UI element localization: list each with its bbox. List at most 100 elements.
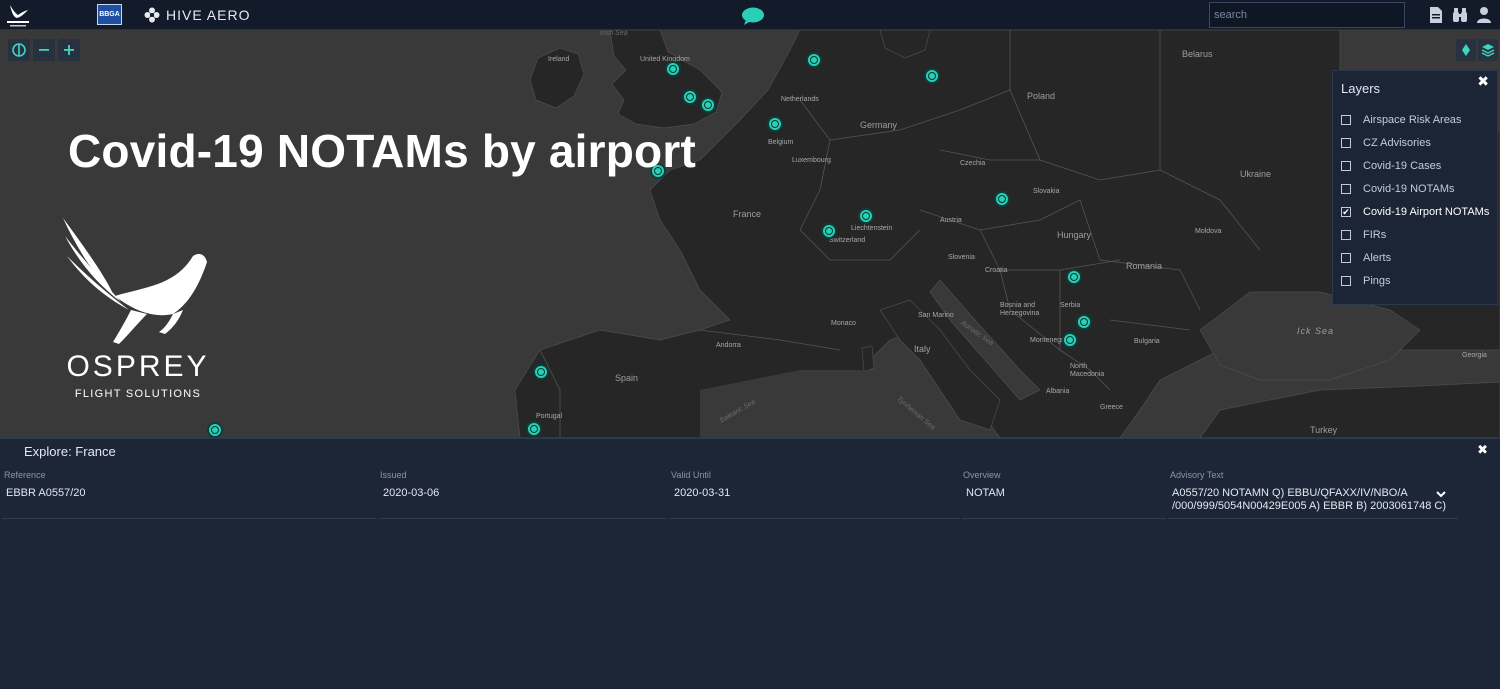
globe-icon	[12, 43, 26, 57]
layer-item-label: Covid-19 Airport NOTAMs	[1363, 206, 1490, 218]
explore-close-icon[interactable]: ✖	[1477, 442, 1488, 458]
airport-marker[interactable]	[858, 208, 874, 224]
map-label-belgium: Belgium	[768, 139, 794, 146]
map-label-hungary: Hungary	[1057, 230, 1092, 240]
explore-panel-title: Explore: France	[24, 444, 116, 459]
chat-icon[interactable]	[741, 6, 765, 26]
layer-item-covid-airport-notams[interactable]: ✔ Covid-19 Airport NOTAMs	[1341, 203, 1489, 221]
airport-marker[interactable]	[994, 191, 1010, 207]
column-header-reference[interactable]: Reference	[4, 470, 46, 480]
table-cell-reference[interactable]: EBBR A0557/20	[2, 485, 376, 519]
map-label-north-macedonia: North Macedonia	[1070, 363, 1105, 378]
airport-marker[interactable]	[665, 61, 681, 77]
airport-marker[interactable]	[767, 116, 783, 132]
search-input[interactable]	[1209, 2, 1405, 28]
top-right-icons	[1428, 6, 1492, 24]
plus-icon	[64, 45, 74, 55]
layer-checkbox[interactable]	[1341, 184, 1351, 194]
map-label-slovakia: Slovakia	[1033, 188, 1060, 195]
map-label-netherlands: Netherlands	[781, 96, 819, 103]
bbga-logo: BBGA	[97, 4, 122, 25]
layer-item-firs[interactable]: FIRs	[1341, 226, 1386, 244]
layer-item-pings[interactable]: Pings	[1341, 272, 1391, 290]
document-icon[interactable]	[1428, 6, 1444, 24]
zoom-in-button[interactable]	[58, 39, 80, 61]
layer-item-covid-notams[interactable]: Covid-19 NOTAMs	[1341, 180, 1454, 198]
layer-item-label: CZ Advisories	[1363, 137, 1431, 149]
airport-marker[interactable]	[682, 89, 698, 105]
user-icon[interactable]	[1476, 6, 1492, 24]
layer-item-label: FIRs	[1363, 229, 1387, 241]
layer-checkbox[interactable]	[1341, 138, 1351, 148]
diamond-icon	[1462, 44, 1470, 56]
airport-marker[interactable]	[533, 364, 549, 380]
globe-toggle-button[interactable]	[8, 39, 30, 61]
layers-close-icon[interactable]: ✖	[1477, 73, 1489, 90]
map-basemap	[514, 30, 1500, 438]
chevron-down-icon[interactable]	[1436, 489, 1446, 499]
layers-panel: Layers ✖ Airspace Risk Areas CZ Advisori…	[1332, 70, 1498, 305]
layer-checkbox[interactable]	[1341, 230, 1351, 240]
airport-marker[interactable]	[1066, 269, 1082, 285]
layer-checkbox[interactable]	[1341, 276, 1351, 286]
table-cell-advisory-text[interactable]: A0557/20 NOTAMN Q) EBBU/QFAXX/IV/NBO/A /…	[1168, 485, 1458, 519]
column-header-advisory-text[interactable]: Advisory Text	[1170, 470, 1223, 480]
layer-item-airspace-risk-areas[interactable]: Airspace Risk Areas	[1341, 111, 1461, 129]
layer-item-alerts[interactable]: Alerts	[1341, 249, 1391, 267]
layer-checkbox-checked[interactable]: ✔	[1341, 207, 1351, 217]
airport-marker[interactable]	[526, 421, 542, 437]
map-label-romania: Romania	[1126, 261, 1163, 271]
osprey-logo-subtitle: FLIGHT SOLUTIONS	[74, 388, 202, 400]
hive-aero-label: HIVE AERO	[166, 7, 251, 23]
layer-checkbox[interactable]	[1341, 115, 1351, 125]
explore-panel: Explore: France ✖ Reference Issued Valid…	[0, 438, 1500, 689]
binoculars-icon[interactable]	[1452, 6, 1468, 24]
map-label-france: France	[733, 209, 762, 219]
map-label-poland: Poland	[1027, 91, 1056, 101]
map-label-slovenia: Slovenia	[948, 254, 975, 261]
map-label-bosnia: Bosnia and Herzegovina	[1000, 302, 1040, 317]
layer-item-covid-cases[interactable]: Covid-19 Cases	[1341, 157, 1441, 175]
table-cell-overview[interactable]: NOTAM	[962, 485, 1166, 519]
cell-text: 2020-03-31	[674, 487, 731, 499]
column-header-valid-until[interactable]: Valid Until	[671, 470, 711, 480]
airport-marker[interactable]	[821, 223, 837, 239]
hive-flower-icon	[144, 7, 160, 23]
map-label-czechia: Czechia	[960, 160, 986, 167]
map-zoom-controls	[8, 39, 80, 61]
top-bar: BBGA HIVE AERO	[0, 0, 1500, 30]
zoom-out-button[interactable]	[33, 39, 55, 61]
map-label-moldova: Moldova	[1195, 228, 1222, 235]
column-header-overview[interactable]: Overview	[963, 470, 1001, 480]
osprey-logo-icon[interactable]	[4, 2, 32, 28]
airport-marker[interactable]	[806, 52, 822, 68]
minus-icon	[39, 49, 49, 51]
map-label-luxembourg: Luxembourg	[792, 157, 831, 164]
layer-checkbox[interactable]	[1341, 161, 1351, 171]
layer-item-label: Alerts	[1363, 252, 1392, 264]
map-label-switzerland: Switzerland	[829, 237, 866, 244]
layer-checkbox[interactable]	[1341, 253, 1351, 263]
map-label-germany: Germany	[860, 120, 898, 130]
airport-marker[interactable]	[700, 97, 716, 113]
cell-text: NOTAM	[966, 487, 1005, 499]
map-label-san-marino: San Marino	[918, 312, 954, 319]
osprey-bird-logo-icon	[63, 218, 207, 344]
airport-marker[interactable]	[1062, 332, 1078, 348]
table-cell-valid-until[interactable]: 2020-03-31	[670, 485, 960, 519]
airport-marker[interactable]	[207, 422, 223, 438]
map-label-andorra: Andorra	[716, 342, 741, 349]
layer-item-cz-advisories[interactable]: CZ Advisories	[1341, 134, 1431, 152]
table-cell-issued[interactable]: 2020-03-06	[379, 485, 667, 519]
airport-marker[interactable]	[1076, 314, 1092, 330]
drop-marker-button[interactable]	[1456, 39, 1476, 61]
airport-marker[interactable]	[924, 68, 940, 84]
column-header-issued[interactable]: Issued	[380, 470, 407, 480]
map-label-irish-sea: Irish Sea	[600, 30, 628, 37]
cell-text: 2020-03-06	[383, 487, 440, 499]
layer-item-label: Airspace Risk Areas	[1363, 114, 1462, 126]
map-canvas[interactable]: Ireland United Kingdom Irish Sea Netherl…	[0, 30, 1500, 438]
layers-toggle-button[interactable]	[1478, 39, 1498, 61]
osprey-logo-name: OSPREY	[66, 350, 210, 383]
map-label-black-sea: Ick Sea	[1297, 326, 1335, 336]
